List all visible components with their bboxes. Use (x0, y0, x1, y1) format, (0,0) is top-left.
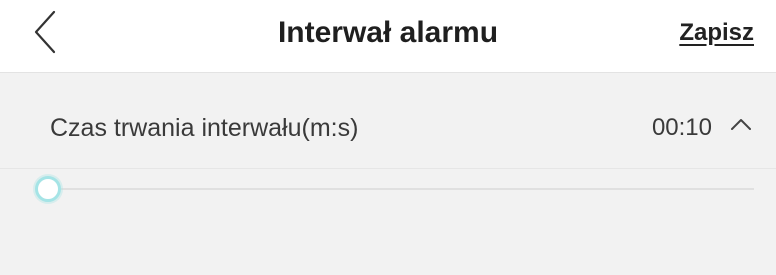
save-button[interactable]: Zapisz (679, 0, 754, 66)
chevron-left-icon (34, 10, 56, 54)
back-button[interactable] (28, 8, 68, 56)
interval-duration-label: Czas trwania interwału(m:s) (50, 114, 359, 142)
interval-slider-thumb[interactable] (35, 176, 61, 202)
chevron-up-icon[interactable] (730, 117, 752, 131)
slider-panel (0, 169, 776, 275)
interval-duration-row[interactable]: Czas trwania interwału(m:s) 00:10 (0, 73, 776, 169)
interval-slider-track[interactable] (46, 188, 754, 190)
interval-duration-value: 00:10 (651, 114, 712, 141)
header-bar: Interwał alarmu Zapisz (0, 0, 776, 72)
page-title: Interwał alarmu (277, 16, 499, 49)
